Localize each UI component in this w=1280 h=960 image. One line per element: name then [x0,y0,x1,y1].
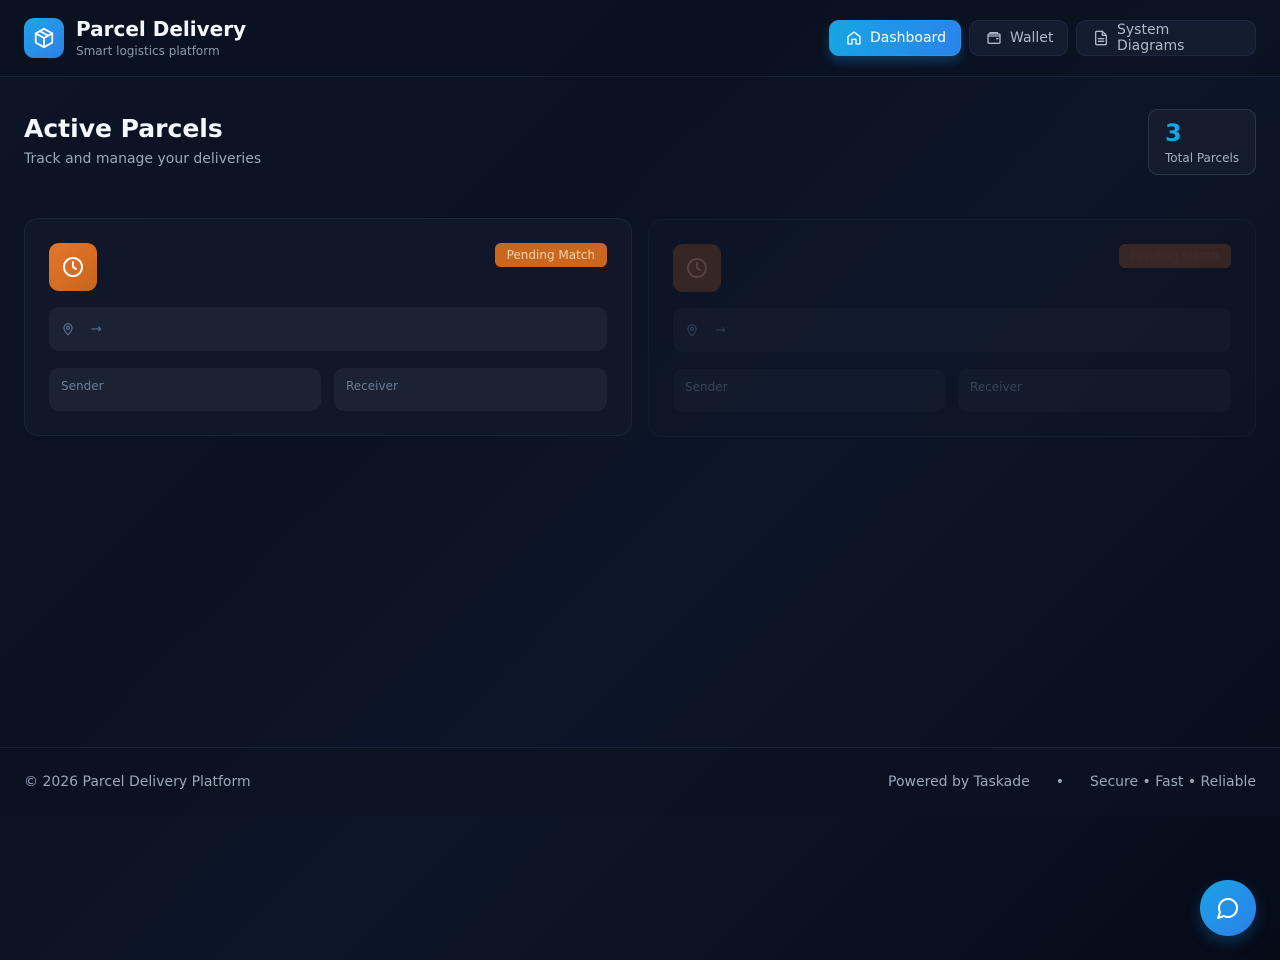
clock-icon [687,258,707,278]
app-footer: © 2026 Parcel Delivery Platform Powered … [0,747,1280,816]
parcel-card[interactable]: Pending Match → Sender Receiver [24,218,632,436]
map-pin-icon [63,323,73,336]
route-row: → [49,307,607,351]
app-subtitle: Smart logistics platform [76,44,220,58]
status-icon-container [673,244,721,292]
status-icon-container [49,243,97,291]
sender-label: Sender [61,379,104,393]
stat-label: Total Parcels [1165,151,1240,165]
copyright-text: © 2026 Parcel Delivery Platform [24,774,251,790]
route-row: → [673,308,1231,352]
nav-system-diagrams-label: System Diagrams [1117,22,1185,54]
clock-icon [63,257,83,277]
wallet-icon [987,31,1001,44]
app-title: Parcel Delivery [76,17,247,41]
receiver-label: Receiver [970,380,1022,394]
map-pin-icon [687,324,697,337]
document-icon [1095,30,1107,46]
chat-button[interactable] [1200,880,1256,936]
route-arrow: → [91,321,102,337]
nav-system-diagrams-button[interactable]: System Diagrams [1076,20,1256,56]
stat-value: 3 [1165,119,1182,147]
status-badge: Pending Match [1118,244,1231,268]
total-parcels-stat: 3 Total Parcels [1148,109,1256,175]
receiver-box: Receiver [334,368,607,411]
footer-tagline: Secure • Fast • Reliable [1089,774,1256,790]
powered-by-link[interactable]: Powered by Taskade [888,774,1030,790]
app-header: Parcel Delivery Smart logistics platform… [0,0,1280,77]
receiver-label: Receiver [346,379,398,393]
sender-box: Sender [673,369,945,412]
page-title: Active Parcels [24,114,223,143]
sender-label: Sender [685,380,728,394]
home-icon [847,31,861,45]
parcel-card[interactable]: Pending Match → Sender Receiver [648,219,1256,437]
logo [24,18,64,58]
footer-separator: • [1055,774,1064,790]
package-icon [34,27,54,49]
route-arrow: → [715,322,726,338]
page-subtitle: Track and manage your deliveries [24,151,262,167]
nav-dashboard-button[interactable]: Dashboard [829,20,961,56]
receiver-box: Receiver [958,369,1231,412]
status-badge: Pending Match [494,243,607,267]
footer-meta: Powered by Taskade • Secure • Fast • Rel… [888,774,1256,790]
nav-wallet-label: Wallet [1010,30,1054,46]
chat-bubble-icon [1217,898,1238,919]
nav-wallet-button[interactable]: Wallet [969,20,1068,56]
sender-box: Sender [49,368,321,411]
nav-dashboard-label: Dashboard [870,30,946,46]
